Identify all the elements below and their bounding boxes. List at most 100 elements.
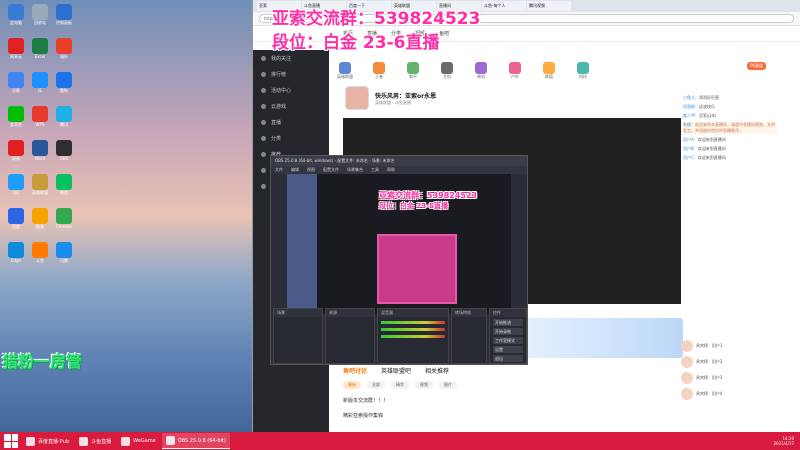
overlay-qq-group: 亚索交流群：539824523 — [272, 9, 481, 29]
app-icon — [32, 174, 48, 190]
app-icon — [56, 38, 72, 54]
sidebar-item[interactable]: 云游戏 — [253, 98, 329, 114]
category-icon — [373, 62, 385, 74]
filter-chip[interactable]: 最新 — [343, 381, 361, 389]
obs-control-button[interactable]: 设置 — [493, 346, 523, 353]
obs-menu-item[interactable]: 视图 — [307, 167, 315, 173]
fan-item[interactable]: 贵宾榜 · 用户1 — [681, 340, 785, 352]
taskbar-button[interactable]: 斗鱼直播 — [75, 433, 115, 449]
fan-item[interactable]: 贵宾榜 · 用户2 — [681, 356, 785, 368]
sidebar-item-label: 我的关注 — [271, 55, 292, 62]
category-item[interactable]: 和平 — [401, 62, 425, 80]
category-item[interactable]: 主机 — [435, 62, 459, 80]
audio-meter[interactable] — [381, 328, 445, 331]
post-item[interactable]: 新版本交流群！！！ — [343, 397, 683, 404]
chat-username[interactable]: 小鱼儿： — [683, 95, 699, 100]
chat-text: 欢迎来到直播间 — [697, 146, 726, 151]
sidebar-item[interactable]: 活动中心 — [253, 82, 329, 98]
desktop-shortcut[interactable]: 微信 — [50, 174, 78, 204]
category-item[interactable]: 户外 — [503, 62, 527, 80]
sidebar-item[interactable]: 排行榜 — [253, 66, 329, 82]
browser-tab[interactable]: 斗鱼-每个人 — [482, 1, 526, 11]
chat-username[interactable]: 用户B： — [683, 146, 698, 151]
desktop-shortcut[interactable]: 控制面板 — [50, 4, 78, 34]
obs-menu-item[interactable]: 配置文件 — [323, 167, 339, 173]
app-icon — [32, 208, 48, 224]
bullet-icon — [261, 151, 266, 157]
category-item[interactable]: 单机 — [469, 62, 493, 80]
fan-name: 贵宾榜 · 用户1 — [696, 343, 723, 348]
windows-start-icon[interactable] — [4, 434, 18, 448]
obs-menu-item[interactable]: 场景集合 — [347, 167, 363, 173]
chat-username[interactable]: 用户C： — [683, 155, 698, 160]
obs-preview-icons — [287, 174, 317, 314]
app-icon — [56, 208, 72, 224]
taskbar-button[interactable]: WeGame — [117, 433, 160, 449]
app-icon — [56, 4, 72, 20]
audio-meter[interactable] — [381, 321, 445, 324]
chat-username[interactable]: 用户A： — [683, 137, 698, 142]
obs-control-button[interactable]: 开始推流 — [493, 319, 523, 326]
app-icon — [56, 106, 72, 122]
app-icon — [32, 38, 48, 54]
desktop-shortcut-label: 迅雷 — [60, 258, 68, 263]
chat-text: 欢迎来到直播间 — [697, 155, 726, 160]
avatar — [681, 340, 693, 352]
obs-menu-item[interactable]: 工具 — [371, 167, 379, 173]
filter-chip[interactable]: 图片 — [439, 381, 457, 389]
desktop-shortcut[interactable]: 迅雷 — [50, 242, 78, 272]
chat-text: 欢迎来到本直播间，请遵守直播间规则，文明发言，共同维护良好的直播秩序。 — [683, 122, 775, 133]
filter-chip[interactable]: 精华 — [391, 381, 409, 389]
overlay-admin: 猎粉一房管 — [2, 352, 83, 371]
category-item[interactable]: 英雄联盟 — [333, 62, 357, 80]
chat-username[interactable]: 路人甲： — [683, 113, 699, 118]
fan-item[interactable]: 贵宾榜 · 用户4 — [681, 388, 785, 400]
chat-message: 风男粉：这波快乐 — [681, 104, 777, 110]
taskbar-button[interactable]: 百度直播-Pub — [22, 433, 73, 449]
nav-item[interactable]: 鱼吧 — [439, 30, 449, 37]
panel-header: 来源 — [326, 309, 374, 317]
sidebar-item[interactable]: 分类 — [253, 130, 329, 146]
chat-username[interactable]: 系统： — [683, 122, 695, 127]
filter-chip[interactable]: 全部 — [367, 381, 385, 389]
app-icon — [8, 72, 24, 88]
sidebar-item-label: 排行榜 — [271, 71, 287, 78]
post-item[interactable]: 精彩亚索操作集锦 — [343, 412, 683, 419]
desktop-shortcut[interactable]: 福昕 — [50, 38, 78, 68]
discussion-tab[interactable]: 英雄联盟吧 — [381, 366, 411, 375]
desktop-shortcut[interactable]: 酷狗 — [50, 72, 78, 102]
chat-username[interactable]: 风男粉： — [683, 104, 699, 109]
desktop-shortcut[interactable]: OBS — [50, 140, 78, 170]
bullet-icon — [261, 183, 266, 189]
category-item[interactable]: 王者 — [367, 62, 391, 80]
sidebar-item[interactable]: 直播 — [253, 114, 329, 130]
category-item[interactable]: 颜值 — [537, 62, 561, 80]
obs-menu-item[interactable]: 文件 — [275, 167, 283, 173]
system-tray[interactable]: 14:29 2021/4/17 — [773, 436, 800, 446]
fan-item[interactable]: 贵宾榜 · 用户3 — [681, 372, 785, 384]
discussion-tab[interactable]: 相关推荐 — [425, 366, 449, 375]
obs-control-button[interactable]: 工作室模式 — [493, 337, 523, 344]
obs-control-button[interactable]: 退出 — [493, 355, 523, 362]
browser-tab[interactable]: 腾讯视频 — [527, 1, 571, 11]
bullet-icon — [261, 135, 266, 141]
desktop-shortcut[interactable]: Chrome — [50, 208, 78, 238]
app-icon — [32, 140, 48, 156]
obs-menu-item[interactable]: 帮助 — [387, 167, 395, 173]
taskbar-button[interactable]: OBS 25.0.8 (64-bit) — [161, 433, 230, 449]
category-item[interactable]: 科技 — [571, 62, 595, 80]
audio-meter[interactable] — [381, 335, 445, 338]
filter-chip[interactable]: 视频 — [415, 381, 433, 389]
discussion-tab[interactable]: 鱼吧讨论 — [343, 366, 367, 375]
desktop-shortcut-label: Chrome — [56, 224, 72, 229]
desktop-shortcut[interactable]: 腾讯 — [50, 106, 78, 136]
obs-control-button[interactable]: 开始录制 — [493, 328, 523, 335]
desktop-shortcut-label: 福昕 — [60, 54, 68, 59]
avatar[interactable] — [345, 86, 369, 110]
pk-button[interactable]: PK赛道 — [747, 62, 767, 70]
obs-preview: 亚索交流群：539824523 段位：白金 23-6直播 — [287, 174, 511, 314]
category-icon — [577, 62, 589, 74]
app-icon — [56, 174, 72, 190]
category-icon — [543, 62, 555, 74]
obs-menu-item[interactable]: 编辑 — [291, 167, 299, 173]
